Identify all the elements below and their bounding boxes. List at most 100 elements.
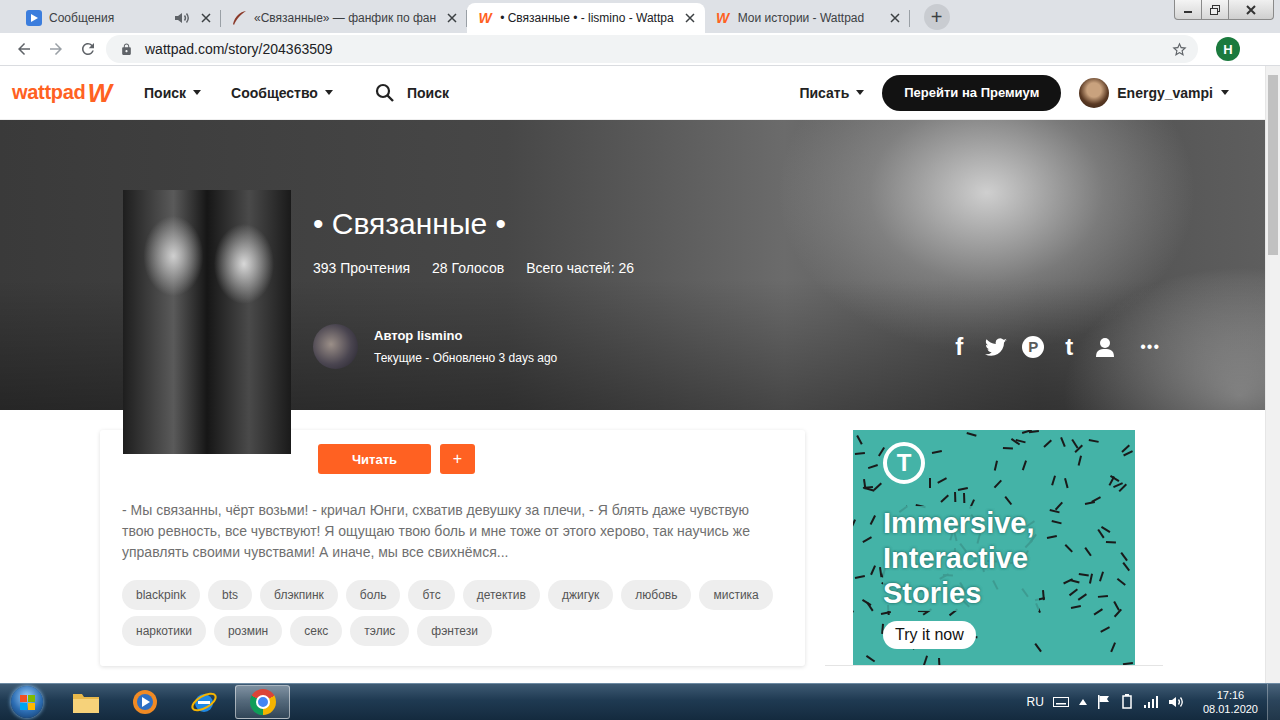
tag[interactable]: детектив — [463, 580, 540, 610]
close-tab-icon[interactable] — [685, 13, 695, 23]
url-text: wattpad.com/story/204363509 — [145, 41, 1159, 57]
internet-explorer-button[interactable] — [176, 685, 231, 719]
folder-icon — [71, 689, 101, 715]
person-icon[interactable] — [1094, 336, 1116, 358]
stat: 28 Голосов — [432, 260, 504, 276]
address-bar[interactable]: wattpad.com/story/204363509 — [106, 35, 1198, 63]
scrollbar-thumb[interactable] — [1268, 75, 1278, 255]
keyboard-icon[interactable] — [1053, 696, 1069, 708]
system-tray: RU 17:1608.01.2020 — [1027, 684, 1280, 720]
user-menu[interactable]: Energy_vampi — [1079, 78, 1229, 108]
magnifier-icon — [375, 83, 395, 103]
browser-tab[interactable]: Сообщения — [16, 3, 221, 33]
volume-icon[interactable] — [1168, 695, 1186, 709]
browser-tab[interactable]: W• Связанные • - lismino - Wattpa — [467, 3, 704, 33]
search-box[interactable]: Поиск — [375, 83, 449, 103]
maximize-button[interactable] — [1202, 0, 1229, 20]
tab-label: Мои истории - Wattpad — [738, 11, 879, 25]
tag[interactable]: bts — [208, 580, 252, 610]
tab-list: Сообщения «Связанные» — фанфик по фан W• С… — [16, 3, 950, 33]
new-tab-button[interactable]: + — [924, 4, 950, 30]
ad-cta-button[interactable]: Try it now — [883, 621, 976, 649]
feather-favicon-icon — [231, 10, 247, 26]
twitter-icon[interactable] — [984, 336, 1008, 358]
tag[interactable]: джигук — [548, 580, 613, 610]
tag[interactable]: секс — [290, 616, 342, 646]
close-tab-icon[interactable] — [890, 13, 900, 23]
story-stats: 393 Прочтения 28 Голосов Всего частей: 26 — [313, 260, 1160, 276]
forward-arrow-icon — [47, 40, 65, 58]
pinterest-icon[interactable]: P — [1022, 336, 1044, 358]
nav-dropdown[interactable]: Сообщество — [231, 85, 333, 101]
ad-column: TImmersive,InteractiveStoriesTry it now — [825, 430, 1163, 666]
tag[interactable]: любовь — [621, 580, 691, 610]
premium-button[interactable]: Перейти на Премиум — [882, 75, 1061, 111]
tag[interactable]: блэкпинк — [260, 580, 338, 610]
screen: Сообщения «Связанные» — фанфик по фан W• С… — [0, 0, 1280, 720]
story-card: Читать+- Мы связанны, чёрт возьми! - кри… — [100, 430, 805, 666]
ad-banner[interactable]: TImmersive,InteractiveStoriesTry it now — [853, 430, 1135, 665]
read-button[interactable]: Читать — [318, 444, 431, 474]
show-hidden-icons-icon[interactable] — [1078, 698, 1088, 706]
add-to-library-button[interactable]: + — [440, 444, 475, 474]
back-button[interactable] — [10, 35, 38, 63]
tag[interactable]: тэлис — [350, 616, 409, 646]
scrollbar[interactable] — [1265, 66, 1280, 683]
wattpad-mark-icon: W — [87, 80, 112, 106]
author-name[interactable]: Автор lismino — [374, 328, 557, 343]
media-player-icon — [131, 688, 159, 716]
tag[interactable]: мистика — [699, 580, 772, 610]
lock-icon[interactable] — [120, 43, 133, 56]
network-icon[interactable] — [1143, 695, 1159, 709]
tag[interactable]: blackpink — [122, 580, 200, 610]
author[interactable]: Автор lismino Текущие - Обновлено 3 days … — [313, 324, 557, 369]
browser-tab[interactable]: W Мои истории - Wattpad — [705, 3, 910, 33]
forward-button[interactable] — [42, 35, 70, 63]
chrome-icon — [250, 689, 276, 715]
stat: Всего частей: 26 — [526, 260, 634, 276]
page-viewport: wattpadW Поиск Сообщество Поиск Писать Перейт… — [0, 66, 1280, 683]
show-desktop-button[interactable] — [1267, 684, 1280, 720]
write-dropdown[interactable]: Писать — [799, 85, 864, 101]
reload-icon — [79, 40, 97, 58]
stat: 393 Прочтения — [313, 260, 410, 276]
wattpad-favicon-icon: W — [715, 10, 731, 26]
facebook-icon[interactable]: f — [948, 335, 970, 359]
media-player-button[interactable] — [117, 685, 172, 719]
start-button[interactable] — [0, 684, 54, 720]
taskbar: RU 17:1608.01.2020 — [0, 683, 1280, 720]
bookmark-star-icon[interactable] — [1171, 41, 1188, 58]
profile-avatar[interactable]: H — [1216, 37, 1240, 61]
tag[interactable]: боль — [346, 580, 401, 610]
close-window-button[interactable] — [1229, 0, 1274, 20]
chrome-button[interactable] — [235, 685, 290, 719]
clock[interactable]: 17:1608.01.2020 — [1203, 688, 1258, 716]
story-status: Текущие - Обновлено 3 days ago — [374, 351, 557, 365]
explorer-button[interactable] — [58, 685, 113, 719]
caret-down-icon — [193, 90, 201, 95]
nav-dropdown[interactable]: Поиск — [144, 85, 201, 101]
caret-down-icon — [1221, 90, 1229, 95]
browser-tab[interactable]: «Связанные» — фанфик по фан — [221, 3, 467, 33]
tag[interactable]: фэнтези — [417, 616, 492, 646]
author-avatar[interactable] — [313, 324, 358, 369]
story-cover[interactable] — [123, 190, 291, 454]
close-tab-icon[interactable] — [447, 13, 457, 23]
user-avatar — [1079, 78, 1109, 108]
minimize-button[interactable] — [1174, 0, 1202, 20]
power-icon[interactable] — [1120, 694, 1134, 710]
language-indicator[interactable]: RU — [1027, 695, 1044, 709]
restore-icon — [1209, 5, 1221, 15]
tag[interactable]: розмин — [214, 616, 282, 646]
tag[interactable]: наркотики — [122, 616, 206, 646]
windows-logo-icon — [11, 686, 43, 718]
more-button[interactable]: ••• — [1140, 338, 1160, 356]
reload-button[interactable] — [74, 35, 102, 63]
tab-label: «Связанные» — фанфик по фан — [254, 11, 436, 25]
action-center-flag-icon[interactable] — [1097, 694, 1111, 710]
tag[interactable]: бтс — [408, 580, 454, 610]
close-tab-icon[interactable] — [201, 13, 211, 23]
wattpad-logo[interactable]: wattpadW — [12, 80, 112, 106]
speaker-icon[interactable] — [174, 11, 190, 25]
tumblr-icon[interactable]: t — [1058, 335, 1080, 359]
